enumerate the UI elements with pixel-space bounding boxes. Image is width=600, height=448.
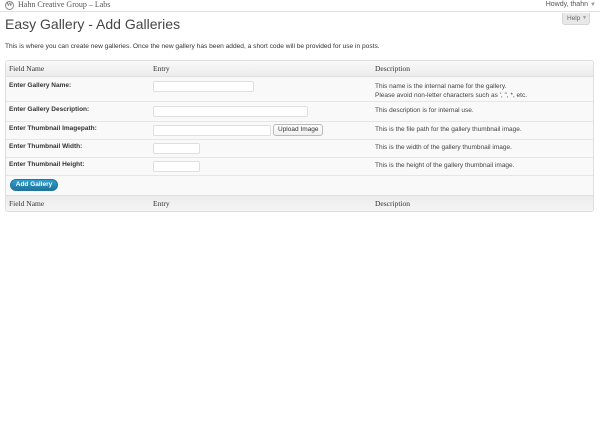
table-row: Enter Gallery Description: This descript… <box>6 102 593 122</box>
page-intro-text: This is where you can create new galleri… <box>5 43 380 50</box>
thumbnail-height-label: Enter Thumbnail Height: <box>9 161 85 168</box>
help-tab-label: Help <box>567 15 581 22</box>
wordpress-logo-icon[interactable] <box>5 1 14 10</box>
upload-image-button[interactable]: Upload Image <box>273 124 324 136</box>
page-title: Easy Gallery - Add Galleries <box>5 16 181 32</box>
description-line: This name is the internal name for the g… <box>375 83 507 90</box>
gallery-name-label: Enter Gallery Name: <box>9 82 72 89</box>
thumbnail-height-input[interactable] <box>153 161 200 172</box>
chevron-down-icon[interactable]: ▼ <box>590 2 596 8</box>
thumbnail-imagepath-label: Enter Thumbnail Imagepath: <box>9 125 97 132</box>
site-name-link[interactable]: Hahn Creative Group – Labs <box>18 0 110 9</box>
column-header-field-name: Field Name <box>9 64 45 73</box>
help-tab-button[interactable]: Help ▼ <box>562 13 590 25</box>
thumbnail-height-description: This is the height of the gallery thumbn… <box>375 162 515 169</box>
column-header-description: Description <box>375 64 410 73</box>
thumbnail-imagepath-input[interactable] <box>153 125 271 136</box>
gallery-name-input[interactable] <box>153 81 254 92</box>
chevron-down-icon: ▼ <box>582 15 587 21</box>
table-row: Enter Thumbnail Imagepath: Upload Image … <box>6 122 593 140</box>
column-footer-field-name: Field Name <box>9 199 45 208</box>
gallery-description-input[interactable] <box>153 106 308 117</box>
table-row: Enter Gallery Name: This name is the int… <box>6 77 593 102</box>
add-gallery-form-table: Field Name Entry Description Enter Galle… <box>5 60 594 212</box>
table-row: Enter Thumbnail Height: This is the heig… <box>6 158 593 176</box>
table-row: Enter Thumbnail Width: This is the width… <box>6 140 593 158</box>
thumbnail-width-input[interactable] <box>153 143 200 154</box>
gallery-description-description: This description is for internal use. <box>375 107 474 114</box>
table-header: Field Name Entry Description <box>6 61 593 77</box>
gallery-name-description: This name is the internal name for the g… <box>375 82 527 100</box>
user-account-menu[interactable]: Howdy, thahn <box>546 1 588 8</box>
description-line: Please avoid non-letter characters such … <box>375 92 528 99</box>
add-gallery-button[interactable]: Add Gallery <box>10 179 58 191</box>
thumbnail-width-description: This is the width of the gallery thumbna… <box>375 144 512 151</box>
column-header-entry: Entry <box>153 64 170 73</box>
table-footer: Field Name Entry Description <box>6 195 593 211</box>
thumbnail-imagepath-description: This is the file path for the gallery th… <box>375 126 522 133</box>
column-footer-description: Description <box>375 199 410 208</box>
admin-bar: Hahn Creative Group – Labs Howdy, thahn … <box>0 0 600 12</box>
thumbnail-width-label: Enter Thumbnail Width: <box>9 143 83 150</box>
gallery-description-label: Enter Gallery Description: <box>9 106 90 113</box>
column-footer-entry: Entry <box>153 199 170 208</box>
